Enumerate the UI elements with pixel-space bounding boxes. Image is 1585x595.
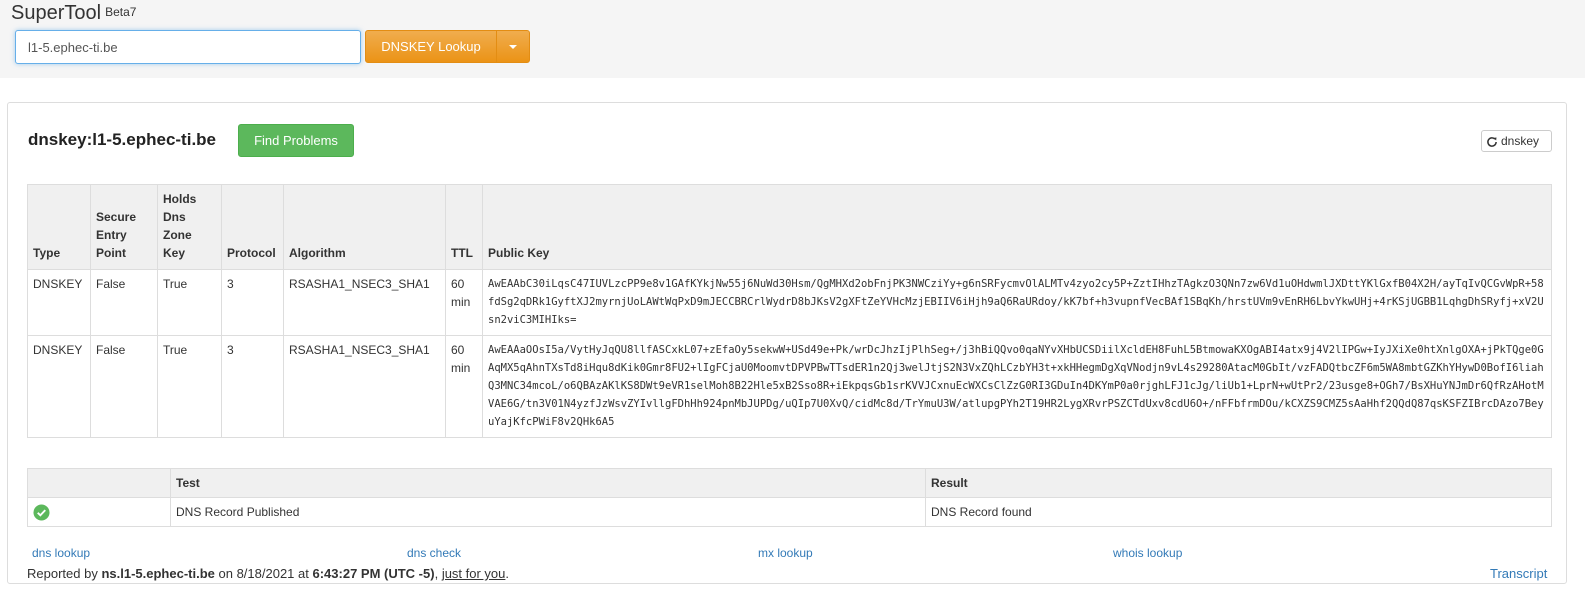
lookup-dropdown-caret-icon[interactable]	[496, 30, 530, 63]
header-algorithm: Algorithm	[283, 184, 446, 270]
refresh-button[interactable]: dnskey	[1481, 130, 1552, 152]
app-name: SuperTool	[11, 2, 102, 24]
table-row: DNSKEY False True 3 RSASHA1_NSEC3_SHA1 6…	[27, 335, 1552, 438]
cell-public-key: AwEAAbC30iLqsC47IUVLzcPP9e8v1GAfKYkjNw55…	[482, 269, 1552, 336]
cell-algorithm: RSASHA1_NSEC3_SHA1	[283, 335, 446, 438]
footer-links: dns lookup dns check mx lookup whois loo…	[32, 546, 1552, 562]
table-header-row: Type Secure Entry Point Holds Dns Zone K…	[27, 184, 1552, 270]
just-for-you-link[interactable]: just for you	[442, 566, 506, 581]
cell-protocol: 3	[221, 335, 284, 438]
table-header-row: Test Result	[27, 468, 1552, 498]
reported-end: .	[505, 566, 510, 581]
header-public-key: Public Key	[482, 184, 1552, 270]
test-results-table: Test Result DNS Record Published DNS Rec…	[27, 468, 1552, 527]
dnskey-lookup-button[interactable]: DNSKEY Lookup	[365, 30, 497, 63]
dns-lookup-link[interactable]: dns lookup	[32, 546, 90, 560]
cell-protocol: 3	[221, 269, 284, 336]
reported-time: 6:43:27 PM (UTC -5)	[312, 566, 435, 581]
cell-secure-entry-point: False	[90, 269, 158, 336]
dns-check-link[interactable]: dns check	[407, 546, 461, 560]
header-test: Test	[170, 468, 926, 498]
cell-type: DNSKEY	[27, 269, 91, 336]
cell-type: DNSKEY	[27, 335, 91, 438]
cell-secure-entry-point: False	[90, 335, 158, 438]
check-circle-icon	[33, 503, 50, 521]
cell-result: DNS Record found	[925, 497, 1552, 527]
transcript-link[interactable]: Transcript	[1490, 566, 1547, 581]
search-input[interactable]	[15, 30, 361, 64]
header-result: Result	[925, 468, 1552, 498]
reported-by-line: Reported by ns.l1-5.ephec-ti.be on 8/18/…	[27, 566, 509, 581]
mx-lookup-link[interactable]: mx lookup	[758, 546, 813, 560]
header-ttl: TTL	[445, 184, 483, 270]
reported-server: ns.l1-5.ephec-ti.be	[101, 566, 215, 581]
table-row: DNSKEY False True 3 RSASHA1_NSEC3_SHA1 6…	[27, 269, 1552, 336]
refresh-label: dnskey	[1501, 134, 1540, 148]
cell-ttl: 60 min	[445, 269, 483, 336]
cell-ttl: 60 min	[445, 335, 483, 438]
reported-prefix: Reported by	[27, 566, 98, 581]
table-row: DNS Record Published DNS Record found	[27, 497, 1552, 527]
header-holds-zone-key: Holds Dns Zone Key	[157, 184, 222, 270]
brand: SuperTool Beta7	[11, 2, 136, 25]
whois-lookup-link[interactable]: whois lookup	[1113, 546, 1182, 560]
cell-algorithm: RSASHA1_NSEC3_SHA1	[283, 269, 446, 336]
cell-test: DNS Record Published	[170, 497, 926, 527]
results-panel: dnskey:l1-5.ephec-ti.be Find Problems dn…	[7, 102, 1567, 584]
cell-holds-zone-key: True	[157, 335, 222, 438]
find-problems-button[interactable]: Find Problems	[238, 124, 354, 157]
cell-holds-zone-key: True	[157, 269, 222, 336]
reported-on: on 8/18/2021 at	[218, 566, 309, 581]
header-protocol: Protocol	[221, 184, 284, 270]
cell-public-key: AwEAAaOOsI5a/VytHyJqQU8llfASCxkL07+zEfaO…	[482, 335, 1552, 438]
header-secure-entry-point: Secure Entry Point	[90, 184, 158, 270]
dnskey-table: Type Secure Entry Point Holds Dns Zone K…	[27, 184, 1552, 438]
reported-comma: ,	[434, 566, 439, 581]
top-bar: SuperToolBeta7 DNSKEY Lookup	[0, 0, 1585, 78]
app-version: Beta7	[105, 5, 137, 19]
header-status	[27, 468, 171, 498]
header-type: Type	[27, 184, 91, 270]
page-title: dnskey:l1-5.ephec-ti.be	[28, 130, 217, 149]
cell-status	[27, 497, 171, 527]
refresh-icon	[1487, 136, 1497, 147]
